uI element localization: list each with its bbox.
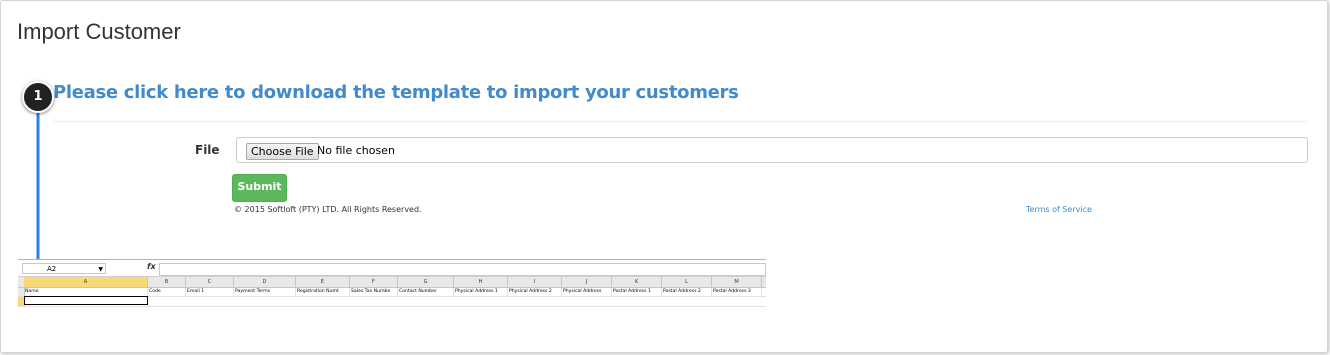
annotation-arrow-icon <box>27 111 49 279</box>
column-header: G <box>398 277 454 287</box>
header-cell: Physical Address 2 <box>508 288 562 296</box>
row-header <box>18 288 25 296</box>
spreadsheet-preview: A2 ▼ fx ABCDEFGHIJKLM Name Code Email 1 Pay… <box>18 259 766 317</box>
choose-file-button[interactable]: Choose File <box>246 143 319 160</box>
column-header: B <box>148 277 186 287</box>
header-cell: Postal Address 2 <box>662 288 712 296</box>
column-header: K <box>612 277 662 287</box>
page-title: Import Customer <box>17 19 181 44</box>
no-file-text: No file chosen <box>317 144 395 157</box>
selected-cell <box>24 296 148 305</box>
header-cell: Email 1 <box>186 288 234 296</box>
file-label: File <box>195 143 220 157</box>
header-cell: Postal Address 3 <box>712 288 762 296</box>
header-cell: Physical Address 1 <box>454 288 508 296</box>
submit-button[interactable]: Submit <box>232 174 287 202</box>
divider <box>52 121 1308 122</box>
header-cell: Physical Address <box>562 288 612 296</box>
copyright-text: © 2015 Softloft (PTY) LTD. All Rights Re… <box>234 205 422 214</box>
column-header-row: ABCDEFGHIJKLM <box>18 277 766 288</box>
step-badge: 1 <box>22 81 54 113</box>
column-header: M <box>712 277 762 287</box>
column-header: A <box>24 277 148 287</box>
fx-icon: fx <box>147 262 156 271</box>
column-header: H <box>454 277 508 287</box>
header-cell: Sales Tax Numbe <box>350 288 398 296</box>
column-header: L <box>662 277 712 287</box>
download-template-link[interactable]: Please click here to download the templa… <box>53 82 739 103</box>
formula-input <box>159 263 766 276</box>
name-box-value: A2 <box>47 265 57 273</box>
column-header: E <box>296 277 350 287</box>
column-header: D <box>234 277 296 287</box>
column-header: C <box>186 277 234 287</box>
terms-of-service-link[interactable]: Terms of Service <box>1026 205 1092 214</box>
column-header: I <box>508 277 562 287</box>
header-cell: Name <box>24 288 148 296</box>
column-header: J <box>562 277 612 287</box>
file-input[interactable]: Choose File No file chosen <box>236 137 1308 163</box>
chevron-down-icon: ▼ <box>98 266 103 273</box>
header-cell: Payment Terms <box>234 288 296 296</box>
header-cell: Postal Address 1 <box>612 288 662 296</box>
header-cell: Registration Numt <box>296 288 350 296</box>
header-cell: Contact Number <box>398 288 454 296</box>
column-header: F <box>350 277 398 287</box>
header-cell: Code <box>148 288 186 296</box>
name-box: A2 ▼ <box>22 263 106 274</box>
formula-bar: A2 ▼ fx <box>18 262 766 277</box>
